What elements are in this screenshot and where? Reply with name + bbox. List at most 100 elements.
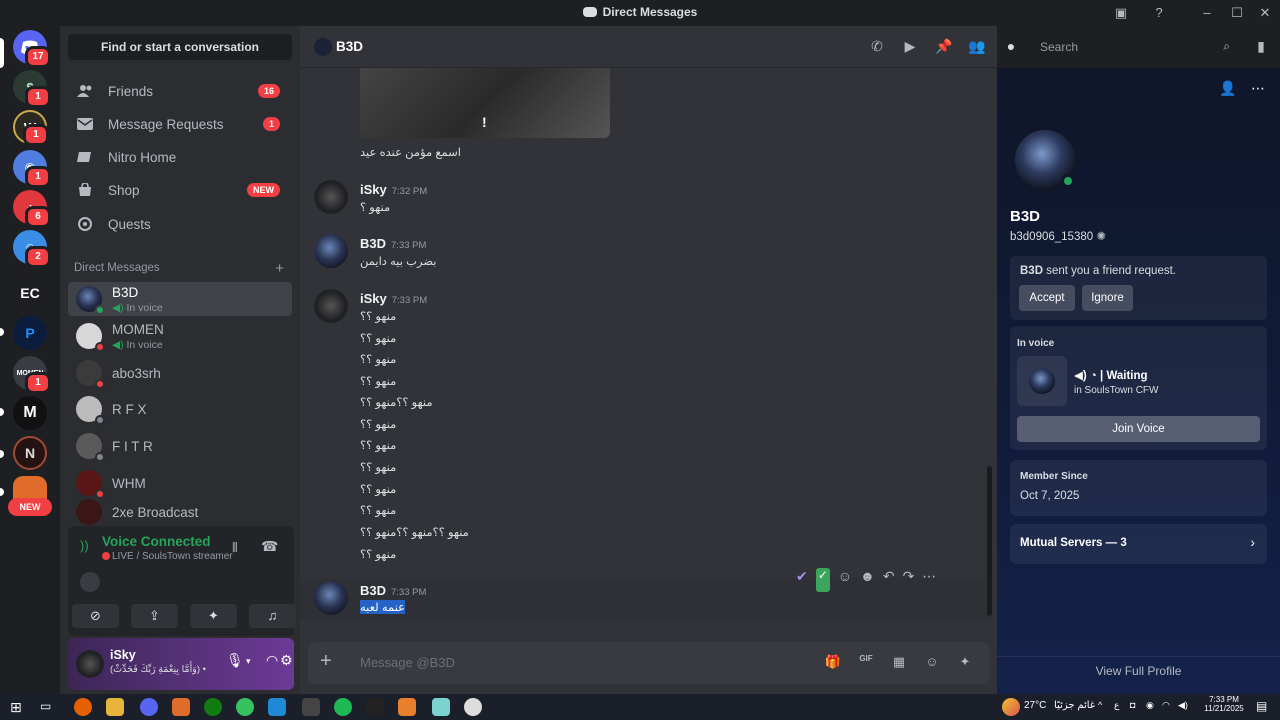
xbox-icon[interactable] <box>204 698 222 716</box>
gift-icon[interactable]: 🎁 <box>824 654 842 672</box>
dm-item-rfx[interactable]: R F X <box>68 392 292 426</box>
server-icon[interactable]: MOMEN1 <box>13 356 51 394</box>
new-servers-badge[interactable]: NEW <box>8 498 52 516</box>
user-avatar[interactable] <box>76 650 104 678</box>
chat-scrollbar[interactable] <box>987 466 992 616</box>
message-avatar[interactable] <box>314 180 348 214</box>
headphones-icon[interactable]: ◠ <box>266 652 278 669</box>
dm-item-b3d[interactable]: B3D ◀) In voice <box>68 282 292 316</box>
app-icon[interactable] <box>464 698 482 716</box>
notification-icon[interactable]: ▤ <box>1256 699 1267 713</box>
voice-call-icon[interactable]: ✆ <box>868 38 886 56</box>
add-friend-icon[interactable]: 👤 <box>1219 80 1236 97</box>
message-author[interactable]: B3D 7:33 PM <box>360 236 426 251</box>
help-icon[interactable]: ? <box>1150 4 1168 22</box>
app-icon[interactable] <box>172 698 190 716</box>
search-input[interactable]: Search ⌕ <box>1034 35 1238 59</box>
start-icon[interactable]: ⊞ <box>10 699 22 716</box>
server-icon[interactable]: W1 <box>13 110 49 146</box>
language-indicator[interactable]: ع <box>1114 700 1119 711</box>
message-avatar[interactable] <box>314 289 348 323</box>
screen-share-button[interactable]: ⇪ <box>131 604 178 628</box>
attach-plus-icon[interactable]: + <box>320 650 332 673</box>
server-icon[interactable]: N <box>13 436 47 470</box>
soundboard-bars-icon[interactable]: ⦀ <box>232 540 238 556</box>
server-icon[interactable]: M <box>13 396 47 430</box>
app-icon[interactable] <box>236 698 254 716</box>
check-reaction-icon[interactable]: ✔ <box>796 568 808 592</box>
message-input[interactable]: Message @B3D <box>360 655 455 670</box>
ignore-button[interactable]: Ignore <box>1082 285 1133 311</box>
camera-off-button[interactable]: ⊘ <box>72 604 119 628</box>
chevron-down-icon[interactable]: ▾ <box>246 656 251 667</box>
accept-button[interactable]: Accept <box>1019 285 1075 311</box>
dm-item-momen[interactable]: MOMEN ◀) In voice <box>68 319 292 353</box>
app-icon[interactable] <box>398 698 416 716</box>
server-icon[interactable]: $1 <box>13 70 51 108</box>
dm-item-fitr[interactable]: F I T R <box>68 429 292 463</box>
minimize-button[interactable]: – <box>1198 4 1216 22</box>
epic-games-icon[interactable] <box>366 698 384 716</box>
home-button[interactable]: 17 <box>13 30 51 68</box>
message-image[interactable]: ! <box>360 68 610 138</box>
nav-friends[interactable]: Friends 16 <box>68 76 292 106</box>
dm-item-whm[interactable]: WHM <box>68 466 292 500</box>
server-icon[interactable]: P <box>13 316 47 350</box>
reply-icon[interactable]: ↶ <box>883 568 895 592</box>
close-button[interactable]: ✕ <box>1256 4 1274 22</box>
voice-server-icon[interactable] <box>1017 356 1067 406</box>
dm-item-abo3srh[interactable]: abo3srh <box>68 356 292 390</box>
maximize-button[interactable]: ☐ <box>1228 4 1246 22</box>
sticker-icon[interactable]: ▦ <box>890 654 908 672</box>
activities-button[interactable]: ✦ <box>190 604 237 628</box>
voice-channel[interactable]: LIVE / SoulsTown streamer <box>102 551 233 562</box>
message-avatar[interactable] <box>314 234 348 268</box>
video-call-icon[interactable]: ▶ <box>901 38 919 56</box>
server-icon[interactable]: ◉1 <box>13 150 51 188</box>
app-icon[interactable] <box>432 698 450 716</box>
checkbox-reaction-icon[interactable]: ✓ <box>815 568 830 592</box>
nav-quests[interactable]: Quests <box>68 209 292 239</box>
pin-icon[interactable]: 📌 <box>935 38 953 56</box>
tray-app-icon[interactable]: ◘ <box>1130 700 1135 710</box>
message-avatar[interactable] <box>314 581 348 615</box>
inbox-icon[interactable]: ▣ <box>1112 4 1130 22</box>
message-author[interactable]: B3D 7:33 PM <box>360 583 426 598</box>
file-explorer-icon[interactable] <box>106 698 124 716</box>
soundboard-button[interactable]: ♫ <box>249 604 296 628</box>
more-icon[interactable]: ⋯ <box>922 568 936 592</box>
mutual-servers-row[interactable]: Mutual Servers — 3 › <box>1010 524 1267 564</box>
profile-avatar[interactable] <box>1011 126 1079 194</box>
vscode-icon[interactable] <box>268 698 286 716</box>
voice-participant-avatar[interactable] <box>80 572 100 592</box>
volume-icon[interactable]: ◀) <box>1178 700 1188 711</box>
message-author[interactable]: iSky 7:32 PM <box>360 182 427 197</box>
disconnect-icon[interactable]: ☎ <box>261 538 278 555</box>
dm-item-2xe-broadcast[interactable]: 2xe Broadcast <box>68 499 292 525</box>
spotify-icon[interactable] <box>334 698 352 716</box>
emoji-reaction-icon[interactable]: ☺ <box>838 568 852 592</box>
inbox-bookmark-icon[interactable]: ▮ <box>1252 38 1270 56</box>
tray-app-icon[interactable]: ◉ <box>1146 700 1154 711</box>
task-view-icon[interactable]: ▭ <box>40 699 51 713</box>
add-friends-icon[interactable]: 👥 <box>968 38 986 56</box>
emoji-icon[interactable]: ☺ <box>923 654 941 672</box>
app-icon[interactable] <box>302 698 320 716</box>
wifi-icon[interactable]: ◠ <box>1162 700 1170 711</box>
discord-taskbar-icon[interactable] <box>140 698 158 716</box>
forward-icon[interactable]: ↷ <box>903 568 915 592</box>
find-conversation-button[interactable]: Find or start a conversation <box>68 34 292 60</box>
firefox-icon[interactable] <box>74 698 92 716</box>
nav-shop[interactable]: Shop NEW <box>68 175 292 205</box>
apps-icon[interactable]: ✦ <box>956 654 974 672</box>
clock[interactable]: 7:33 PM 11/21/2025 <box>1204 695 1244 713</box>
nav-message-requests[interactable]: Message Requests 1 <box>68 109 292 139</box>
server-icon[interactable]: ☺2 <box>13 230 51 268</box>
nav-nitro-home[interactable]: Nitro Home <box>68 142 292 172</box>
create-dm-icon[interactable]: + <box>275 260 284 277</box>
settings-gear-icon[interactable]: ⚙ <box>280 652 293 669</box>
more-options-icon[interactable]: ⋯ <box>1251 80 1265 97</box>
view-full-profile-link[interactable]: View Full Profile <box>997 664 1280 678</box>
user-profile-toggle-icon[interactable]: ● <box>1002 38 1020 56</box>
server-icon[interactable]: ◕6 <box>13 190 51 228</box>
